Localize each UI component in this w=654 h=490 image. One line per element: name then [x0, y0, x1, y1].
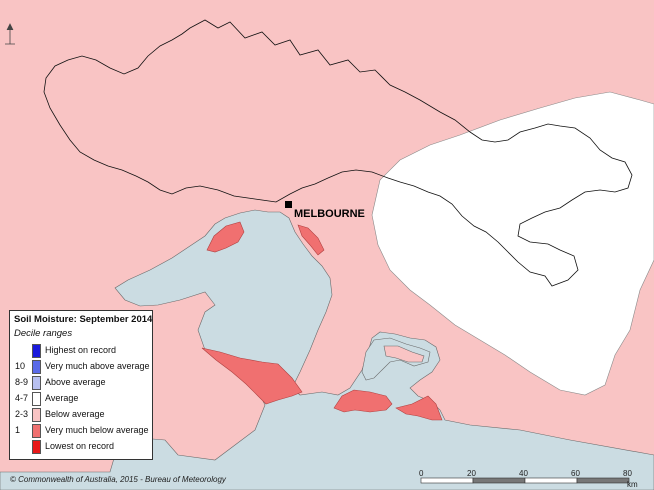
scale-tick-label: 80 [623, 469, 632, 478]
scale-tick-label: 40 [519, 469, 528, 478]
legend-item-very-much-below: 1 Very much below average [10, 424, 152, 439]
legend-label: Very much above average [45, 361, 150, 371]
legend-label: Above average [45, 377, 106, 387]
legend-swatch [32, 408, 41, 422]
legend-code: 4-7 [15, 393, 29, 403]
legend-code: 10 [15, 361, 26, 371]
scale-bar-segment-3 [524, 477, 578, 484]
legend-swatch [32, 344, 41, 358]
scale-unit-label: km [627, 480, 638, 489]
legend-swatch [32, 376, 41, 390]
legend-title: Soil Moisture: September 2014 [14, 314, 153, 325]
legend-label: Average [45, 393, 79, 403]
legend-swatch [32, 440, 41, 454]
legend-code: 2-3 [15, 409, 29, 419]
legend-code: 1 [15, 425, 21, 435]
copyright-notice: © Commonwealth of Australia, 2015 - Bure… [10, 475, 226, 484]
legend-label: Very much below average [45, 425, 149, 435]
melbourne-marker [285, 201, 292, 208]
city-label-melbourne: MELBOURNE [294, 208, 365, 220]
scale-bar-segment-1 [420, 477, 474, 484]
scale-tick-label: 60 [571, 469, 580, 478]
legend-subtitle: Decile ranges [14, 328, 73, 339]
legend-label: Lowest on record [45, 441, 115, 451]
scale-tick-label: 20 [467, 469, 476, 478]
legend-code: 8-9 [15, 377, 29, 387]
scale-tick-label: 0 [419, 469, 424, 478]
scale-bar-segment-4 [576, 477, 630, 484]
legend-item-very-much-above: 10 Very much above average [10, 360, 152, 375]
legend-swatch [32, 424, 41, 438]
legend-swatch [32, 392, 41, 406]
legend-item-highest: Highest on record [10, 344, 152, 359]
legend-swatch [32, 360, 41, 374]
legend-label: Highest on record [45, 345, 117, 355]
scale-bar-segment-2 [472, 477, 526, 484]
legend-item-below: 2-3 Below average [10, 408, 152, 423]
legend-item-average: 4-7 Average [10, 392, 152, 407]
soil-moisture-map: MELBOURNE Soil Moisture: September 2014 … [0, 0, 654, 490]
legend-item-above: 8-9 Above average [10, 376, 152, 391]
legend: Soil Moisture: September 2014 Decile ran… [9, 310, 153, 460]
legend-label: Below average [45, 409, 105, 419]
legend-item-lowest: Lowest on record [10, 440, 152, 455]
